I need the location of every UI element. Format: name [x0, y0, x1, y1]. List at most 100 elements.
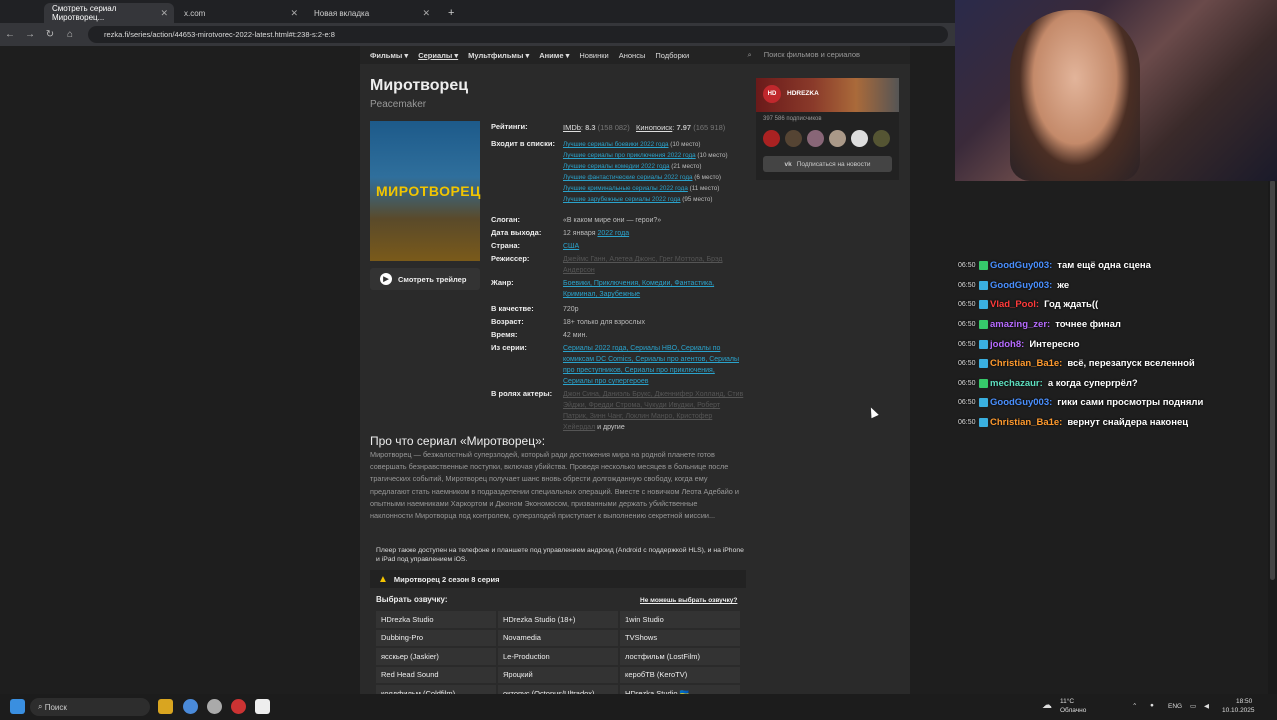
voice-option[interactable]: HDrezka Studio (18+) [498, 611, 618, 628]
episode-banner: ▲ Миротворец 2 сезон 8 серия [370, 570, 746, 588]
chat-text: Интересно [1029, 338, 1080, 350]
tab-x[interactable]: x.com ✕ [176, 3, 304, 23]
nav-films[interactable]: Фильмы ▾ [370, 51, 408, 60]
voice-option[interactable]: керобТВ (KeroTV) [620, 666, 740, 683]
slogan-label: Слоган: [491, 215, 520, 224]
home-icon[interactable]: ⌂ [60, 29, 80, 40]
voice-option[interactable]: лостфильм (LostFilm) [620, 648, 740, 665]
channel-name[interactable]: HDREZKA [787, 90, 819, 97]
episode-label: Миротворец 2 сезон 8 серия [393, 574, 500, 584]
windows-taskbar: ⌕ Поиск ☁ 11°C Облачно ⌃ ● ENG ▭ ◀ 18:50… [0, 694, 1277, 720]
voice-help-link[interactable]: Не можешь выбрать озвучку? [640, 597, 737, 604]
voice-option[interactable]: ясскьер (Jaskier) [376, 648, 496, 665]
site-search[interactable]: ⌕ Поиск фильмов и сериалов [747, 50, 870, 60]
volume-icon[interactable]: ◀ [1204, 702, 1209, 710]
forward-icon[interactable]: → [20, 29, 40, 40]
subscriber-avatars [763, 130, 890, 147]
chat-time: 06:50 [958, 379, 976, 387]
network-icon[interactable]: ▭ [1190, 702, 1196, 710]
chat-message: 06:50 Christian_Ba1e: вернут снайдера нако… [958, 413, 1273, 433]
nav-collections[interactable]: Подборки [655, 51, 689, 60]
chat-message: 06:50 jodoh8: Интересно [958, 334, 1273, 354]
new-tab-button[interactable]: + [440, 3, 460, 23]
voice-option[interactable]: Novamedia [498, 629, 618, 646]
nav-announce[interactable]: Анонсы [619, 51, 646, 60]
voice-option[interactable]: октопус (Octopus/Ultradox) [498, 685, 618, 694]
tab-new[interactable]: Новая вкладка ✕ [306, 3, 436, 23]
app-icon[interactable] [255, 699, 270, 714]
poster-image[interactable]: МИРОТВОРЕЦ [370, 121, 480, 261]
voice-option[interactable]: HDrezka Studio 🇺🇦 [620, 685, 740, 694]
chat-text: а когда суперrрёл? [1047, 377, 1138, 389]
time-value: 42 мин. [563, 332, 588, 339]
voice-option[interactable]: TVShows [620, 629, 740, 646]
kp-link[interactable]: Кинопоиск [636, 123, 672, 132]
quality-value: 720p [563, 306, 579, 313]
list-item: Лучшие фантастические сериалы 2022 года … [563, 172, 745, 183]
director-links[interactable]: Джеймс Ганн, Алетеа Джонс, Грег Моттола,… [563, 254, 745, 276]
list-link[interactable]: Лучшие криминальные сериалы 2022 года [563, 185, 688, 192]
list-item: Лучшие зарубежные сериалы 2022 года (95 … [563, 194, 745, 205]
voice-option[interactable]: 1win Studio [620, 611, 740, 628]
clock-time[interactable]: 18:50 [1236, 698, 1252, 705]
poster-text: МИРОТВОРЕЦ [376, 183, 481, 199]
music-icon[interactable] [207, 699, 222, 714]
voice-option[interactable]: HDrezka Studio [376, 611, 496, 628]
url-field[interactable]: rezka.fi/series/action/44653-mirotvorec-… [88, 26, 948, 43]
trailer-button[interactable]: ▶ Смотреть трейлер [370, 268, 480, 290]
subscribe-button[interactable]: vk Подписаться на новости [763, 156, 892, 172]
list-item: Лучшие сериалы боевики 2022 года (10 мес… [563, 139, 745, 150]
folder-icon[interactable] [158, 699, 173, 714]
streamer-face [1010, 10, 1140, 181]
avatar [807, 130, 824, 147]
clock-date[interactable]: 10.10.2025 [1222, 707, 1255, 714]
taskbar-search[interactable]: ⌕ Поиск [30, 698, 150, 716]
voice-option[interactable]: Le-Production [498, 648, 618, 665]
avatar [873, 130, 890, 147]
windows-start-icon[interactable] [10, 699, 25, 714]
list-link[interactable]: Лучшие фантастические сериалы 2022 года [563, 174, 693, 181]
close-icon[interactable]: ✕ [160, 8, 168, 19]
country-link[interactable]: США [563, 241, 745, 252]
voice-option[interactable]: Red Head Sound [376, 666, 496, 683]
voice-grid: HDrezka Studio HDrezka Studio (18+) 1win S… [376, 611, 740, 694]
close-icon[interactable]: ✕ [290, 8, 298, 19]
nav-anime[interactable]: Аниме ▾ [539, 51, 569, 60]
close-icon[interactable]: ✕ [422, 8, 430, 19]
voice-option[interactable]: Яроцкий [498, 666, 618, 683]
nav-series[interactable]: Сериалы ▾ [418, 51, 458, 60]
voice-heading: Выбрать озвучку: [376, 595, 448, 604]
quality-label: В качестве: [491, 304, 534, 313]
reload-icon[interactable]: ↻ [40, 29, 60, 40]
language-indicator[interactable]: ENG [1168, 703, 1182, 710]
list-link[interactable]: Лучшие зарубежные сериалы 2022 года [563, 196, 681, 203]
genre-links[interactable]: Боевики, Приключения, Комедии, Фантастик… [563, 278, 745, 300]
mic-icon[interactable]: ● [1150, 702, 1154, 709]
imdb-link[interactable]: IMDb [563, 123, 581, 132]
release-year-link[interactable]: 2022 года [597, 230, 629, 237]
cloud-icon: ☁ [1042, 700, 1052, 711]
list-link[interactable]: Лучшие сериалы комедии 2022 года [563, 163, 670, 170]
list-link[interactable]: Лучшие сериалы боевики 2022 года [563, 141, 669, 148]
chat-text: вернут снайдера наконец [1067, 417, 1189, 429]
stream-chat: 06:50 GoodGuy003: там ещё одна сцена 06:50 G… [958, 256, 1273, 432]
chat-text: же [1057, 279, 1070, 291]
hdrezka-logo: HD [763, 85, 781, 103]
tray-chevron-icon[interactable]: ⌃ [1132, 702, 1137, 710]
series-links[interactable]: Сериалы 2022 года, Сериалы HBO, Сериалы … [563, 343, 745, 387]
chat-nick: Christian_Ba1e: [990, 358, 1063, 370]
browser-icon[interactable] [183, 699, 198, 714]
actor-links[interactable]: Джон Сина, Даниэль Брукс, Дженнифер Холл… [563, 391, 743, 431]
back-icon[interactable]: ← [0, 29, 20, 40]
subscribe-label: Подписаться на новости [796, 160, 871, 168]
voice-option[interactable]: Dubbing-Pro [376, 629, 496, 646]
list-place: (11 место) [687, 185, 720, 192]
nav-cartoons[interactable]: Мультфильмы ▾ [468, 51, 529, 60]
voice-option[interactable]: колдфильм (Coldfilm) [376, 685, 496, 694]
chat-time: 06:50 [958, 301, 976, 309]
nav-new[interactable]: Новинки [579, 51, 608, 60]
description-heading: Про что сериал «Миротворец»: [370, 434, 546, 448]
tab-rezka[interactable]: Смотреть сериал Миротворец... ✕ [44, 3, 174, 23]
list-link[interactable]: Лучшие сериалы про приключения 2022 года [563, 152, 696, 159]
yandex-icon[interactable] [231, 699, 246, 714]
